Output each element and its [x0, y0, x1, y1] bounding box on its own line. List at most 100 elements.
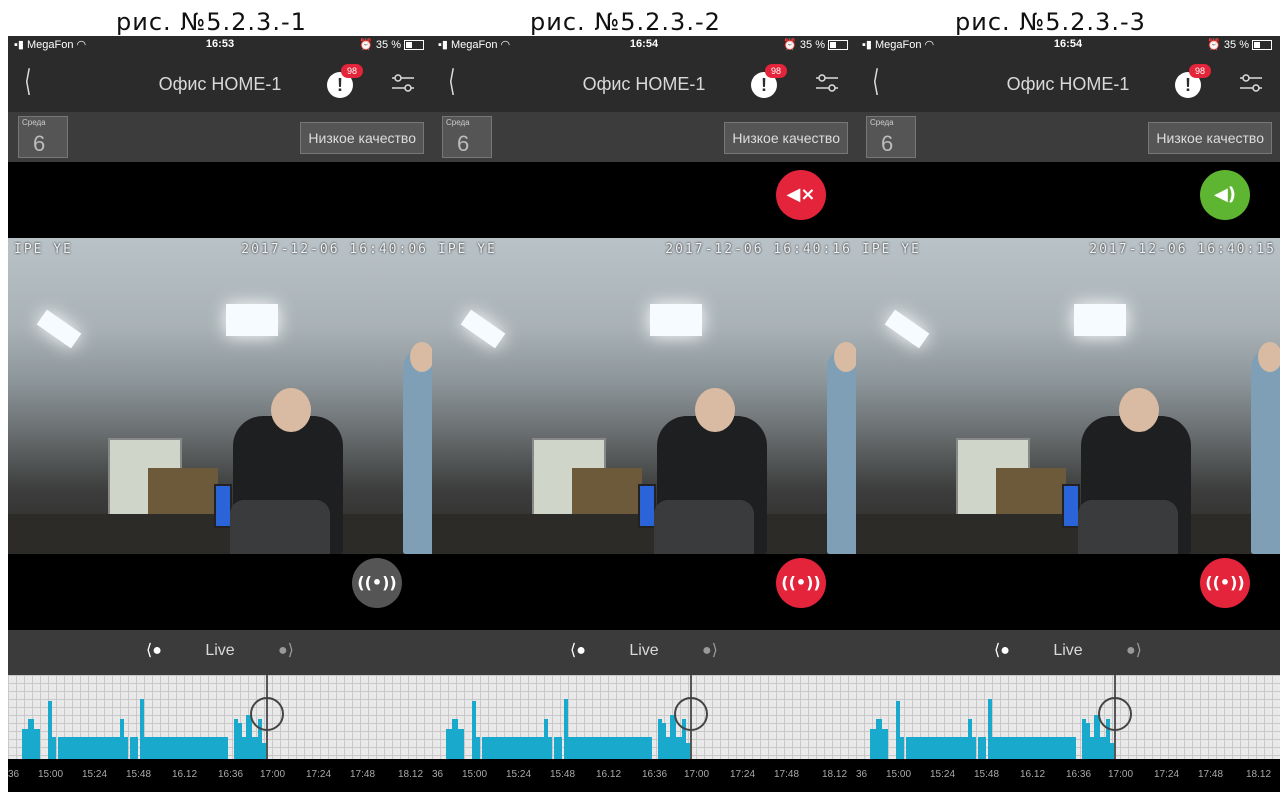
status-bar: ▪▮ MegaFon ◠ 16:53 ⏰ 35 %	[8, 36, 432, 54]
timeline-cursor-ring[interactable]	[1098, 697, 1132, 731]
time-tick-label: 17:48	[350, 769, 376, 780]
live-label[interactable]: Live	[432, 642, 856, 660]
timeline-bar	[190, 737, 200, 759]
timeline-bar	[130, 737, 138, 759]
osd-label: IPE YE	[862, 242, 921, 257]
environment-box[interactable]: Среда 6	[18, 116, 68, 158]
battery-indicator: ⏰ 35 %	[783, 38, 848, 51]
timeline-bar	[52, 737, 56, 759]
next-event-icon[interactable]: ●⟩	[1126, 640, 1142, 660]
sound-muted-icon[interactable]: ◀×	[776, 170, 826, 220]
timeline-bar	[876, 719, 882, 759]
scene-chair	[654, 500, 754, 554]
timeline-header: ⟨● Live ●⟩	[432, 630, 856, 675]
timeline-cursor-ring[interactable]	[250, 697, 284, 731]
figure-caption-3: рис. №5.2.3.-3	[955, 8, 1146, 36]
video-feed[interactable]: IPE YE 2017-12-06 16:40:16	[432, 238, 856, 554]
next-event-icon[interactable]: ●⟩	[278, 640, 294, 660]
environment-box[interactable]: Среда 6	[866, 116, 916, 158]
settings-sliders-icon[interactable]	[1238, 72, 1264, 94]
alerts-badge: 98	[765, 64, 787, 78]
time-tick-label: 15:24	[930, 769, 956, 780]
timeline-chart[interactable]	[432, 675, 856, 759]
time-tick-label: 15:48	[126, 769, 152, 780]
alerts-badge: 98	[341, 64, 363, 78]
phone-screen-3: ▪▮ MegaFon ◠ 16:54 ⏰ 35 % ⟨ Офис HOME-1 …	[856, 36, 1280, 792]
osd-timestamp: 2017-12-06 16:40:06	[241, 242, 428, 257]
live-label[interactable]: Live	[8, 642, 432, 660]
timeline-bar	[912, 737, 952, 759]
scene-head	[1119, 388, 1159, 432]
environment-label: Среда	[446, 118, 470, 127]
next-event-icon[interactable]: ●⟩	[702, 640, 718, 660]
time-tick-label: 17:00	[684, 769, 710, 780]
sound-on-icon[interactable]: ◀)	[1200, 170, 1250, 220]
settings-sliders-icon[interactable]	[390, 72, 416, 94]
camera-toolbar: Среда 6 Низкое качество	[432, 112, 856, 162]
broadcast-icon[interactable]: ((•))	[352, 558, 402, 608]
environment-label: Среда	[870, 118, 894, 127]
timeline-bar	[554, 737, 562, 759]
timeline-bar	[1012, 737, 1026, 759]
timeline-bar	[548, 737, 552, 759]
timeline-bar	[488, 737, 528, 759]
timeline-bar	[144, 737, 164, 759]
time-tick-label: 15:24	[506, 769, 532, 780]
broadcast-icon[interactable]: ((•))	[1200, 558, 1250, 608]
osd-timestamp: 2017-12-06 16:40:15	[1089, 242, 1276, 257]
time-tick-label: 15:00	[38, 769, 64, 780]
battery-icon	[828, 40, 848, 51]
timeline-cursor-ring[interactable]	[674, 697, 708, 731]
timeline-bar	[1054, 737, 1064, 759]
osd-timestamp: 2017-12-06 16:40:16	[665, 242, 852, 257]
phone-screen-1: ▪▮ MegaFon ◠ 16:53 ⏰ 35 % ⟨ Офис HOME-1 …	[8, 36, 432, 792]
timeline-bar	[972, 737, 976, 759]
settings-sliders-icon[interactable]	[814, 72, 840, 94]
time-tick-label: 36	[856, 769, 868, 780]
time-tick-label: 16:36	[642, 769, 668, 780]
scene-person-right	[403, 348, 432, 554]
timeline-header: ⟨● Live ●⟩	[856, 630, 1280, 675]
timeline-bar	[28, 719, 34, 759]
camera-title: Офис HOME-1	[1006, 74, 1130, 94]
video-feed[interactable]: IPE YE 2017-12-06 16:40:06	[8, 238, 432, 554]
timeline-header: ⟨● Live ●⟩	[8, 630, 432, 675]
scene-head	[695, 388, 735, 432]
timeline-ticks: 36 15:00 15:24 15:48 16.12 16:36 17:00 17:24 17:…	[432, 759, 856, 792]
phone-screen-2: ▪▮ MegaFon ◠ 16:54 ⏰ 35 % ⟨ Офис HOME-1 …	[432, 36, 856, 792]
scene-light	[1074, 304, 1126, 336]
time-tick-label: 17:00	[260, 769, 286, 780]
time-tick-label: 17:48	[774, 769, 800, 780]
broadcast-icon[interactable]: ((•))	[776, 558, 826, 608]
quality-button[interactable]: Низкое качество	[300, 122, 424, 154]
environment-value: 6	[881, 131, 894, 156]
nav-bar: ⟨ Офис HOME-1 ! 98	[432, 54, 856, 112]
timeline-chart[interactable]	[8, 675, 432, 759]
video-feed[interactable]: IPE YE 2017-12-06 16:40:15	[856, 238, 1280, 554]
status-bar: ▪▮ MegaFon ◠ 16:54 ⏰ 35 %	[432, 36, 856, 54]
quality-button[interactable]: Низкое качество	[1148, 122, 1272, 154]
osd-label: IPE YE	[438, 242, 497, 257]
nav-bar: ⟨ Офис HOME-1 ! 98	[856, 54, 1280, 112]
camera-toolbar: Среда 6 Низкое качество	[8, 112, 432, 162]
battery-icon	[404, 40, 424, 51]
scene-person-right	[1251, 348, 1280, 554]
scene-chair	[230, 500, 330, 554]
time-tick-label: 17:24	[1154, 769, 1180, 780]
environment-box[interactable]: Среда 6	[442, 116, 492, 158]
timeline-bar	[568, 737, 588, 759]
timeline-bar	[452, 719, 458, 759]
time-tick-label: 17:00	[1108, 769, 1134, 780]
battery-indicator: ⏰ 35 %	[1207, 38, 1272, 51]
timeline-bar	[1070, 737, 1076, 759]
quality-button[interactable]: Низкое качество	[724, 122, 848, 154]
scene-light	[650, 304, 702, 336]
live-label[interactable]: Live	[856, 642, 1280, 660]
timeline-chart[interactable]	[856, 675, 1280, 759]
timeline-bar	[992, 737, 1012, 759]
timeline-bar	[476, 737, 480, 759]
timeline-bar	[588, 737, 602, 759]
timeline-bar	[1038, 737, 1048, 759]
time-tick-label: 16:36	[218, 769, 244, 780]
time-tick-label: 18.12	[1246, 769, 1272, 780]
